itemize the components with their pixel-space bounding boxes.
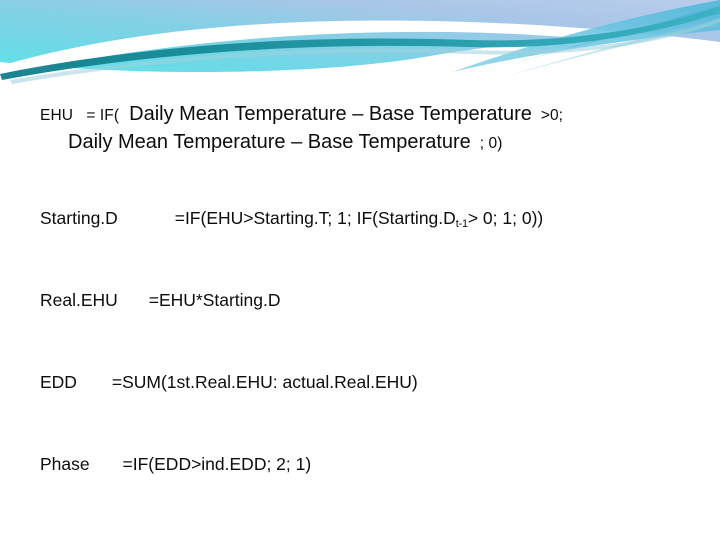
formula-phase-label: Phase bbox=[40, 454, 90, 474]
formula-ehu-line1-tail: >0; bbox=[540, 107, 564, 124]
formula-ehu-line2-body: Daily Mean Temperature – Base Temperatur… bbox=[68, 131, 471, 154]
formula-edd-label: EDD bbox=[40, 372, 77, 392]
formula-ehu-line1: EHU = IF( Daily Mean Temperature – Base … bbox=[40, 100, 700, 128]
formula-starting-d-label: Starting.D bbox=[40, 208, 118, 228]
formula-edd-expression: =SUM(1st.Real.EHU: actual.Real.EHU) bbox=[111, 372, 418, 392]
formula-starting-d: Starting.D =IF(EHU>Starting.T; 1; IF(Sta… bbox=[40, 208, 543, 230]
formula-starting-d-expr-pre: =IF(EHU>Starting.T; 1; IF(Starting.D bbox=[174, 208, 456, 228]
wave-band-upper-right bbox=[452, 0, 720, 72]
formula-phase-expression: =IF(EDD>ind.EDD; 2; 1) bbox=[122, 454, 312, 474]
wave-main-shape bbox=[0, 0, 720, 73]
wave-banner-graphic bbox=[0, 0, 720, 84]
formula-ehu: EHU = IF( Daily Mean Temperature – Base … bbox=[40, 100, 700, 157]
formula-real-ehu-label: Real.EHU bbox=[40, 290, 118, 310]
formula-real-ehu-expression: =EHU*Starting.D bbox=[148, 290, 281, 310]
wave-band-a bbox=[470, 6, 720, 76]
formula-real-ehu: Real.EHU =EHU*Starting.D bbox=[40, 290, 281, 311]
formula-starting-d-subscript: t-1 bbox=[455, 218, 468, 231]
formula-list: EHU = IF( Daily Mean Temperature – Base … bbox=[0, 96, 720, 540]
wave-teal-ribbon bbox=[0, 6, 720, 80]
formula-edd: EDD =SUM(1st.Real.EHU: actual.Real.EHU) bbox=[40, 372, 418, 393]
formula-ehu-label: EHU bbox=[40, 107, 74, 124]
wave-banner bbox=[0, 0, 720, 96]
formula-starting-d-expr-post: > 0; 1; 0)) bbox=[467, 208, 544, 228]
wave-hairline bbox=[10, 18, 720, 84]
wave-white-swoosh bbox=[0, 20, 720, 76]
wave-band-b bbox=[500, 18, 720, 78]
formula-ehu-line2-tail: ; 0) bbox=[479, 135, 503, 153]
formula-ehu-line1-body: Daily Mean Temperature – Base Temperatur… bbox=[129, 103, 532, 125]
slide-canvas: EHU = IF( Daily Mean Temperature – Base … bbox=[0, 0, 720, 540]
formula-ehu-operator: = IF( bbox=[86, 107, 120, 124]
formula-starting-d-expression: =IF(EHU>Starting.T; 1; IF(Starting.Dt-1>… bbox=[175, 208, 544, 230]
formula-ehu-line2: Daily Mean Temperature – Base Temperatur… bbox=[40, 128, 700, 156]
formula-phase: Phase =IF(EDD>ind.EDD; 2; 1) bbox=[40, 454, 311, 475]
